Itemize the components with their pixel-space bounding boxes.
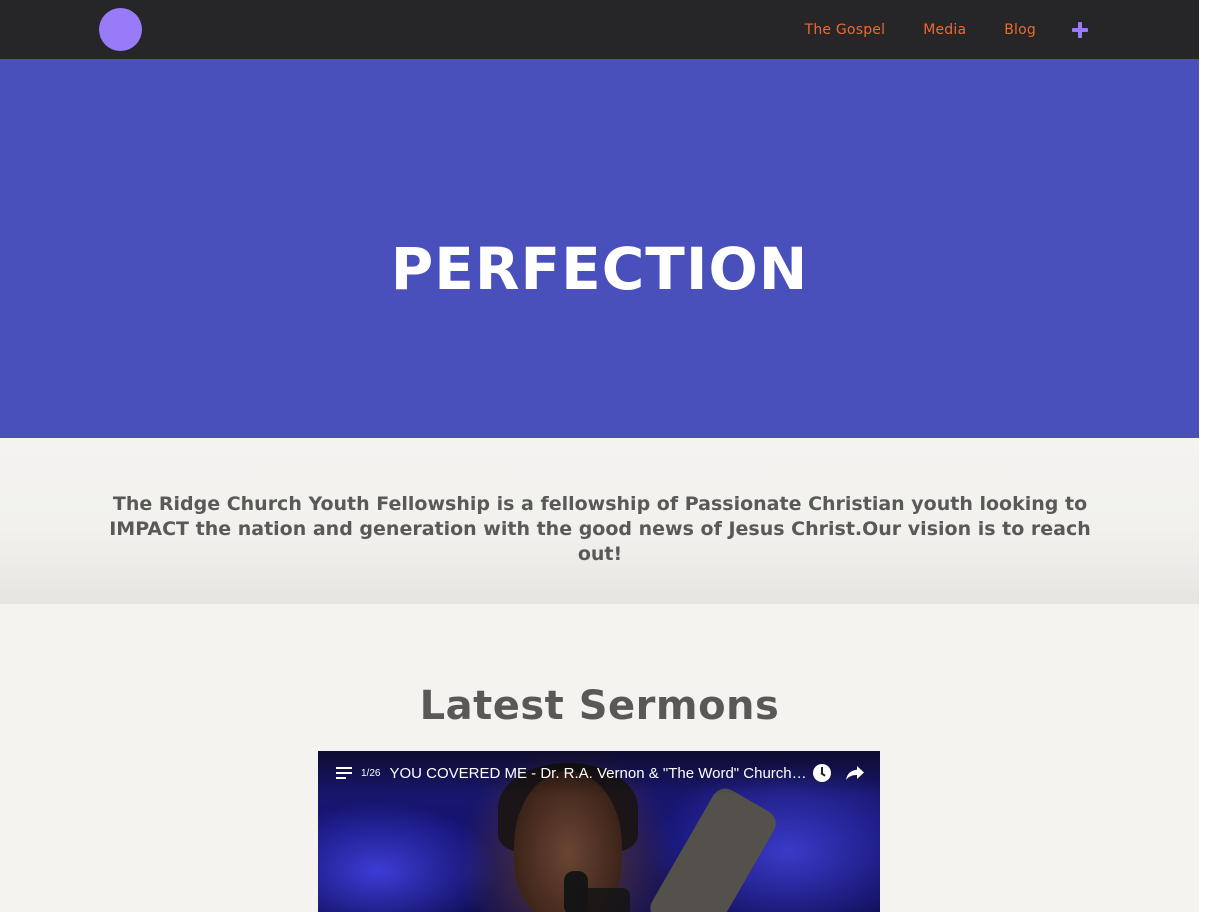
playlist-count: 1/26 <box>361 767 381 779</box>
clock-icon[interactable] <box>813 764 832 782</box>
playlist-icon[interactable] <box>336 767 352 779</box>
top-navbar: The Gospel Media Blog <box>0 0 1199 59</box>
plus-icon[interactable] <box>1072 21 1088 38</box>
hero-banner: PERFECTION <box>0 59 1199 438</box>
play-button[interactable] <box>578 888 630 912</box>
intro-section: The Ridge Church Youth Fellowship is a f… <box>0 438 1199 604</box>
video-title[interactable]: YOU COVERED ME - Dr. R.A. Vernon & "The … <box>389 765 809 782</box>
nav-link-the-gospel[interactable]: The Gospel <box>805 22 886 38</box>
latest-sermons-heading: Latest Sermons <box>419 683 780 729</box>
share-icon[interactable] <box>845 764 865 782</box>
page: The Gospel Media Blog PERFECTION The Rid… <box>0 0 1199 912</box>
video-top-bar: 1/26 YOU COVERED ME - Dr. R.A. Vernon & … <box>318 751 880 795</box>
nav-link-blog[interactable]: Blog <box>1004 22 1036 38</box>
sermon-video-player[interactable]: 1/26 YOU COVERED ME - Dr. R.A. Vernon & … <box>318 751 880 912</box>
main-nav: The Gospel Media Blog <box>805 0 1088 59</box>
hero-title: PERFECTION <box>390 235 809 303</box>
video-figure-arm <box>645 783 781 912</box>
site-logo[interactable] <box>99 8 142 51</box>
intro-text: The Ridge Church Youth Fellowship is a f… <box>109 493 1091 565</box>
nav-link-media[interactable]: Media <box>923 22 966 38</box>
